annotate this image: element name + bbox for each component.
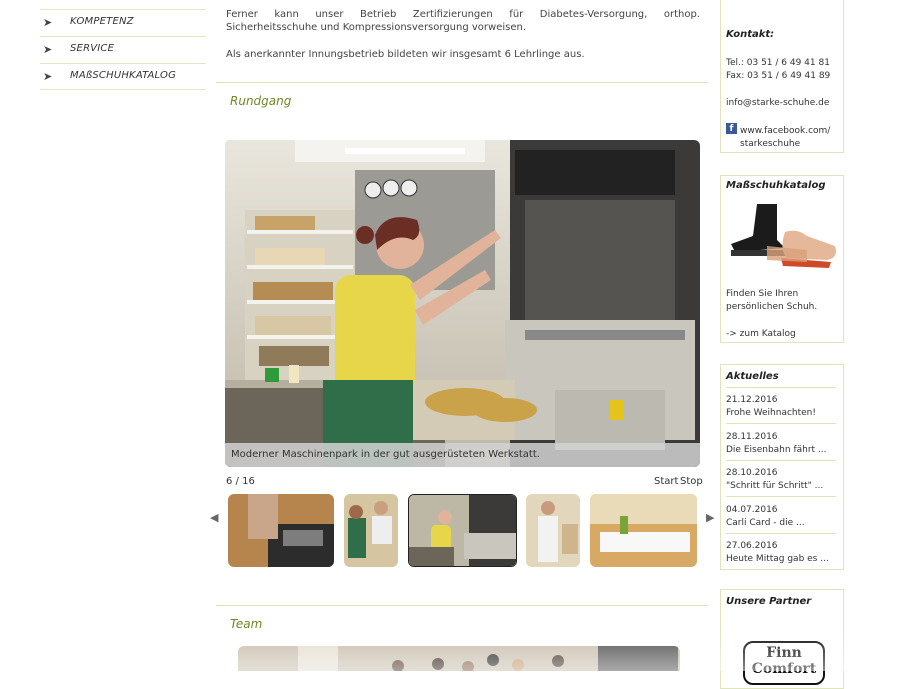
- arrow-icon: ➤: [43, 43, 53, 56]
- nav-item-service[interactable]: ➤ SERVICE: [40, 36, 206, 63]
- news-link[interactable]: Die Eisenbahn fährt ...: [726, 444, 827, 456]
- news-title: Aktuelles: [726, 371, 779, 382]
- news-divider: [726, 533, 836, 534]
- news-link[interactable]: Carli Card - die ...: [726, 517, 805, 529]
- partners-box: Unsere Partner Finn Comfort: [720, 589, 844, 689]
- news-date: 27.06.2016: [726, 541, 778, 551]
- catalog-text-2: persönlichen Schuh.: [726, 302, 818, 312]
- thumbnails-prev-icon[interactable]: ◀: [210, 511, 218, 524]
- thumbnail-image: [590, 494, 697, 567]
- facebook-icon[interactable]: f: [726, 123, 737, 134]
- logo-text-finn: Finn: [766, 645, 802, 661]
- facebook-link-handle[interactable]: starkeschuhe: [740, 138, 800, 150]
- logo-text-comfort: Comfort: [751, 661, 817, 677]
- news-link[interactable]: "Schritt für Schritt" ...: [726, 480, 823, 492]
- thumbnails-next-icon[interactable]: ▶: [706, 511, 714, 524]
- news-date: 28.11.2016: [726, 432, 778, 442]
- contact-title: Kontakt:: [726, 29, 775, 40]
- tour-section-title: Rundgang: [230, 94, 292, 108]
- news-divider: [726, 496, 836, 497]
- section-divider: [216, 82, 708, 83]
- slideshow-caption: Moderner Maschinenpark in der gut ausger…: [225, 443, 700, 467]
- workshop-photo: [225, 140, 700, 467]
- shoes-image: [731, 204, 836, 268]
- thumbnail-8[interactable]: [526, 494, 580, 567]
- news-link[interactable]: Frohe Weihnachten!: [726, 407, 816, 419]
- news-divider: [726, 387, 836, 388]
- contact-box: Kontakt: Tel.: 03 51 / 6 49 41 81 Fax: 0…: [720, 0, 844, 153]
- news-date: 28.10.2016: [726, 468, 778, 478]
- arrow-icon: ➤: [43, 70, 53, 83]
- catalog-box: Maßschuhkatalog Finden Sie Ihren persönl…: [720, 175, 844, 343]
- catalog-shoes-image[interactable]: [727, 202, 839, 272]
- news-date: 04.07.2016: [726, 505, 778, 515]
- thumbnail-image: [409, 495, 516, 566]
- news-link[interactable]: Heute Mittag gab es ...: [726, 553, 829, 565]
- contact-tel: Tel.: 03 51 / 6 49 41 81: [726, 58, 830, 68]
- slideshow-start-button[interactable]: Start: [654, 476, 678, 487]
- intro-paragraph-apprentices: Als anerkannter Innungsbetrieb bildeten …: [226, 49, 585, 60]
- finn-comfort-logo[interactable]: Finn Comfort: [743, 641, 825, 685]
- team-photo: [238, 646, 680, 671]
- catalog-link[interactable]: -> zum Katalog: [726, 328, 796, 340]
- nav-item-kompetenz[interactable]: ➤ KOMPETENZ: [40, 9, 206, 36]
- slideshow-stop-button[interactable]: Stop: [680, 476, 703, 487]
- arrow-icon: ➤: [43, 16, 53, 29]
- contact-fax: Fax: 03 51 / 6 49 41 89: [726, 71, 831, 81]
- nav-item-label: SERVICE: [70, 43, 115, 54]
- section-divider: [216, 605, 708, 606]
- facebook-link[interactable]: www.facebook.com/: [740, 125, 830, 137]
- news-date: 21.12.2016: [726, 395, 778, 405]
- partners-title: Unsere Partner: [726, 596, 812, 607]
- nav-item-label: KOMPETENZ: [70, 16, 134, 27]
- team-section-title: Team: [230, 617, 263, 631]
- thumbnail-6[interactable]: [344, 494, 398, 567]
- catalog-title: Maßschuhkatalog: [726, 180, 826, 191]
- thumbnail-image: [228, 494, 334, 567]
- news-divider: [726, 460, 836, 461]
- nav-item-label: MAßSCHUHKATALOG: [70, 70, 177, 81]
- thumbnail-9[interactable]: [590, 494, 697, 567]
- thumbnail-image: [526, 494, 580, 567]
- news-divider: [726, 423, 836, 424]
- team-photo-image: [238, 646, 680, 671]
- slide-counter: 6 / 16: [226, 476, 255, 487]
- news-box: Aktuelles 21.12.2016 Frohe Weihnachten! …: [720, 364, 844, 570]
- thumbnail-image: [344, 494, 398, 567]
- nav-item-masschuhkatalog[interactable]: ➤ MAßSCHUHKATALOG: [40, 63, 206, 90]
- thumbnail-5[interactable]: [228, 494, 334, 567]
- contact-email-link[interactable]: info@starke-schuhe.de: [726, 97, 829, 109]
- thumbnail-active[interactable]: [408, 494, 517, 567]
- nav-divider: [40, 89, 206, 90]
- catalog-text-1: Finden Sie Ihren: [726, 289, 799, 299]
- intro-paragraph-certifications: Ferner kann unser Betrieb Zertifizierung…: [226, 9, 700, 33]
- slideshow-image[interactable]: Moderner Maschinenpark in der gut ausger…: [225, 140, 700, 467]
